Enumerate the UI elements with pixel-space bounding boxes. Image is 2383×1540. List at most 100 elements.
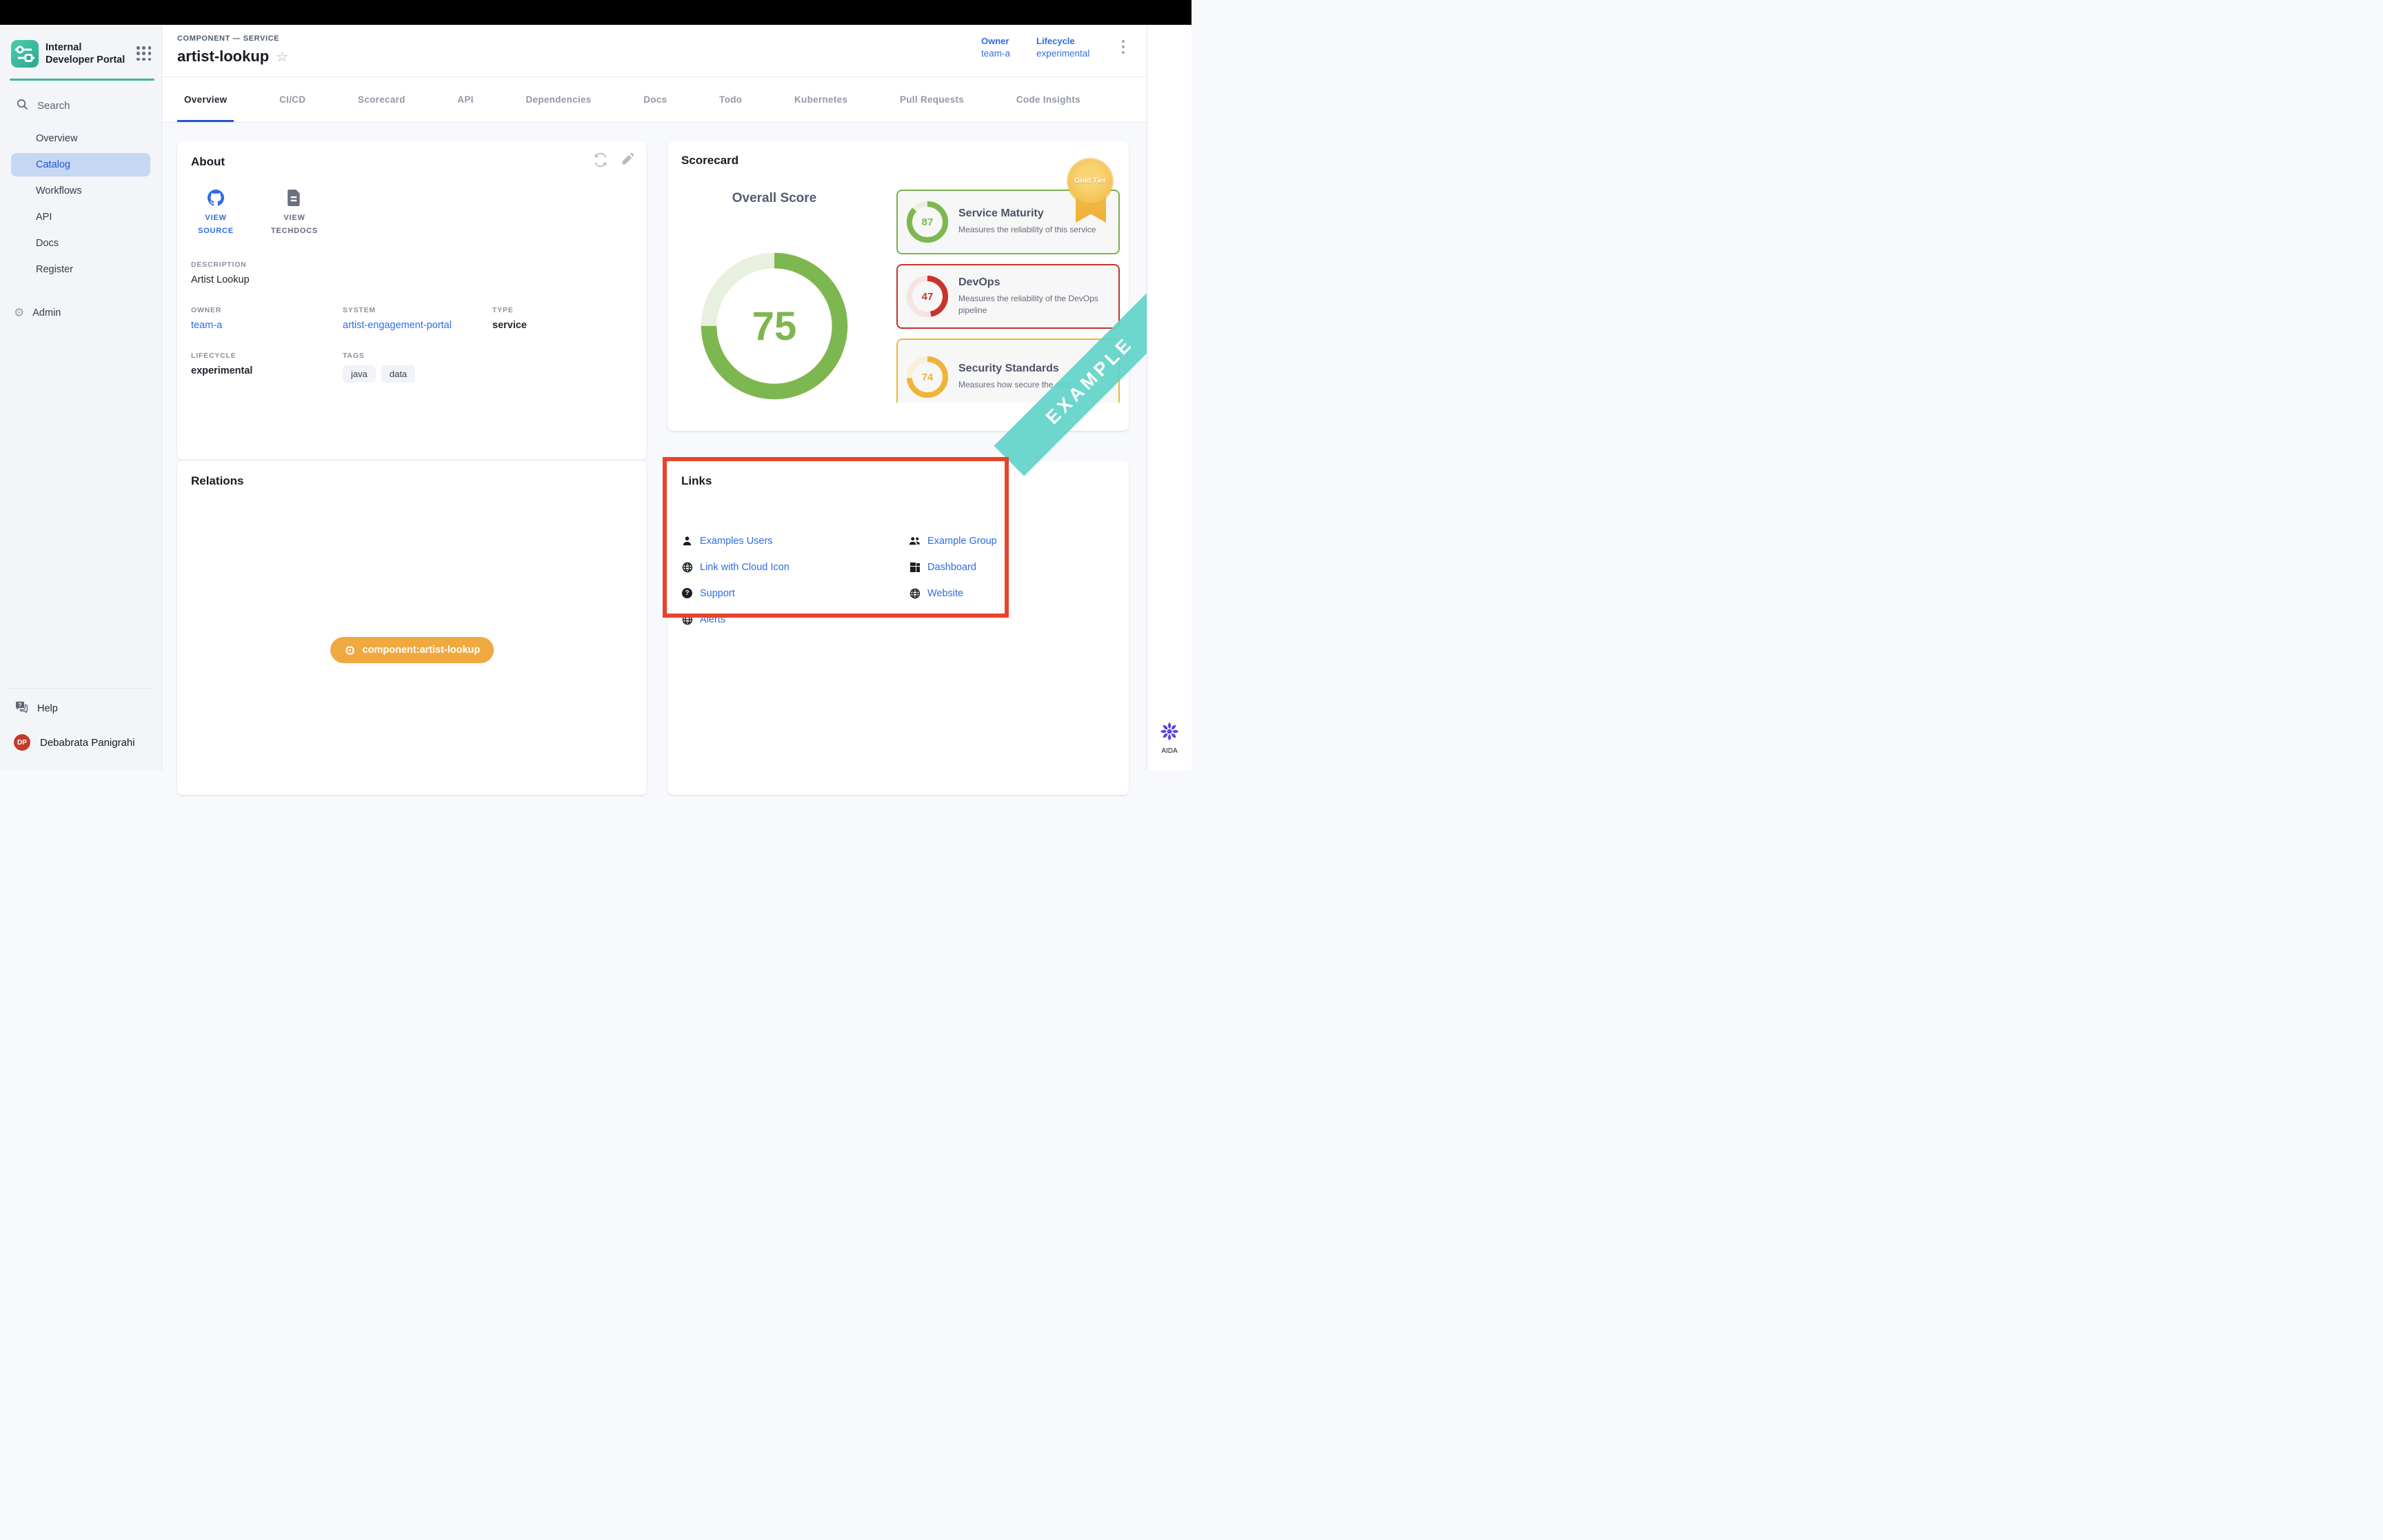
sidebar-item-register[interactable]: Register	[11, 258, 150, 281]
globe-icon	[681, 614, 693, 625]
badge-label: Gold Tier	[1074, 176, 1106, 185]
owner-label: Owner	[981, 36, 1010, 46]
tag-chip[interactable]: data	[381, 365, 415, 383]
about-card: About VIEW SOURCE VIEW TECHDOCS DESCRIPT…	[177, 141, 647, 460]
help-chat-icon: ?	[15, 701, 28, 716]
tab-bar: Overview CI/CD Scorecard API Dependencie…	[162, 77, 1147, 123]
svg-text:?: ?	[18, 702, 21, 709]
overall-score-donut: 75	[696, 248, 852, 404]
sidebar-item-overview[interactable]: Overview	[11, 127, 150, 150]
aida-label: AIDA	[1147, 747, 1192, 755]
sidebar-item-docs[interactable]: Docs	[11, 232, 150, 255]
view-source-link[interactable]: VIEW SOURCE	[191, 190, 241, 237]
admin-label: Admin	[32, 307, 61, 318]
help-button[interactable]: ? Help	[0, 689, 161, 726]
system-field-value[interactable]: artist-engagement-portal	[343, 320, 492, 331]
tab-pull-requests[interactable]: Pull Requests	[893, 77, 971, 122]
owner-meta: Owner team-a	[981, 36, 1010, 59]
tab-cicd[interactable]: CI/CD	[272, 77, 312, 122]
scorecard-card: Scorecard Gold Tier Overall Score 75 87	[667, 141, 1129, 431]
refresh-icon[interactable]	[593, 152, 608, 168]
relations-card: Relations component:artist-lookup	[177, 460, 647, 795]
lifecycle-label: Lifecycle	[1036, 36, 1089, 46]
sidebar-item-catalog[interactable]: Catalog	[11, 153, 150, 176]
aida-flower-icon	[1159, 721, 1180, 742]
tag-chip[interactable]: java	[343, 365, 376, 383]
portal-logo-icon	[11, 40, 39, 68]
links-card: Links Examples Users Link with Cloud Ico…	[667, 460, 1129, 795]
type-field-value: service	[492, 320, 633, 331]
sidebar: Internal Developer Portal Search Overvie…	[0, 25, 162, 770]
dashboard-icon	[909, 561, 921, 573]
user-avatar: DP	[12, 733, 32, 752]
top-black-bar	[0, 0, 1192, 25]
tab-todo[interactable]: Todo	[712, 77, 749, 122]
overall-score-label: Overall Score	[695, 191, 854, 206]
security-standards-donut: 74	[906, 356, 949, 398]
user-menu[interactable]: DP Debabrata Panigrahi	[0, 726, 161, 770]
help-label: Help	[37, 703, 58, 714]
tags-field-label: TAGS	[343, 352, 633, 360]
type-field-label: TYPE	[492, 306, 633, 314]
link-example-group[interactable]: Example Group	[909, 532, 1109, 549]
tab-kubernetes[interactable]: Kubernetes	[787, 77, 854, 122]
lifecycle-field-value: experimental	[191, 365, 343, 376]
tab-overview[interactable]: Overview	[177, 77, 234, 122]
devops-donut: 47	[906, 275, 949, 318]
search-label: Search	[37, 100, 70, 112]
owner-link[interactable]: team-a	[981, 48, 1010, 59]
link-website[interactable]: Website	[909, 585, 1109, 602]
links-title: Links	[681, 474, 1115, 488]
link-dashboard[interactable]: Dashboard	[909, 558, 1109, 576]
owner-field-value[interactable]: team-a	[191, 320, 343, 331]
gold-tier-badge: Gold Tier	[1068, 159, 1114, 203]
search-icon	[17, 99, 28, 113]
description-value: Artist Lookup	[191, 274, 633, 285]
metric-desc: Measures the reliability of the DevOps p…	[958, 293, 1110, 317]
overall-score-value: 75	[696, 248, 852, 404]
relation-node-label: component:artist-lookup	[363, 645, 481, 656]
link-examples-users[interactable]: Examples Users	[681, 532, 909, 549]
more-options-icon[interactable]	[1117, 40, 1129, 61]
aida-widget[interactable]: AIDA	[1147, 721, 1192, 755]
view-techdocs-link[interactable]: VIEW TECHDOCS	[270, 190, 319, 237]
sidebar-item-api[interactable]: API	[11, 205, 150, 229]
service-maturity-donut: 87	[906, 201, 949, 243]
breadcrumb: COMPONENT — SERVICE	[177, 34, 279, 43]
brand[interactable]: Internal Developer Portal	[0, 25, 161, 79]
link-with-cloud-icon[interactable]: Link with Cloud Icon	[681, 558, 909, 576]
metric-devops[interactable]: 47 DevOps Measures the reliability of th…	[896, 264, 1120, 329]
relation-node-component[interactable]: component:artist-lookup	[330, 637, 494, 663]
link-support[interactable]: ? Support	[681, 585, 909, 602]
sidebar-search[interactable]: Search	[0, 81, 161, 120]
edit-icon[interactable]	[621, 152, 636, 168]
entity-header: COMPONENT — SERVICE artist-lookup ☆ Owne…	[162, 25, 1147, 77]
relations-title: Relations	[191, 474, 633, 488]
tab-api[interactable]: API	[450, 77, 480, 122]
about-title: About	[191, 155, 633, 169]
person-icon	[681, 535, 693, 547]
scorecard-title: Scorecard	[681, 154, 738, 168]
tab-docs[interactable]: Docs	[636, 77, 674, 122]
tab-dependencies[interactable]: Dependencies	[519, 77, 598, 122]
sidebar-item-admin[interactable]: ⚙ Admin	[0, 288, 161, 320]
apps-grid-icon[interactable]	[137, 46, 152, 61]
description-label: DESCRIPTION	[191, 261, 633, 269]
owner-field-label: OWNER	[191, 306, 343, 314]
tab-code-insights[interactable]: Code Insights	[1009, 77, 1087, 122]
globe-icon	[909, 587, 921, 599]
page-title: artist-lookup	[177, 48, 269, 65]
globe-icon	[681, 561, 693, 573]
link-alerts[interactable]: Alerts	[681, 611, 909, 628]
tab-scorecard[interactable]: Scorecard	[351, 77, 412, 122]
chip-icon	[344, 645, 356, 656]
lifecycle-value: experimental	[1036, 48, 1089, 59]
favorite-star-icon[interactable]: ☆	[276, 48, 288, 65]
sidebar-item-workflows[interactable]: Workflows	[11, 179, 150, 203]
help-circle-icon: ?	[681, 587, 693, 599]
main-content: COMPONENT — SERVICE artist-lookup ☆ Owne…	[162, 25, 1147, 770]
gear-icon: ⚙	[14, 306, 24, 320]
metric-title: Service Maturity	[958, 207, 1096, 220]
metric-title: DevOps	[958, 276, 1110, 289]
sidebar-nav: Overview Catalog Workflows API Docs Regi…	[0, 120, 161, 288]
